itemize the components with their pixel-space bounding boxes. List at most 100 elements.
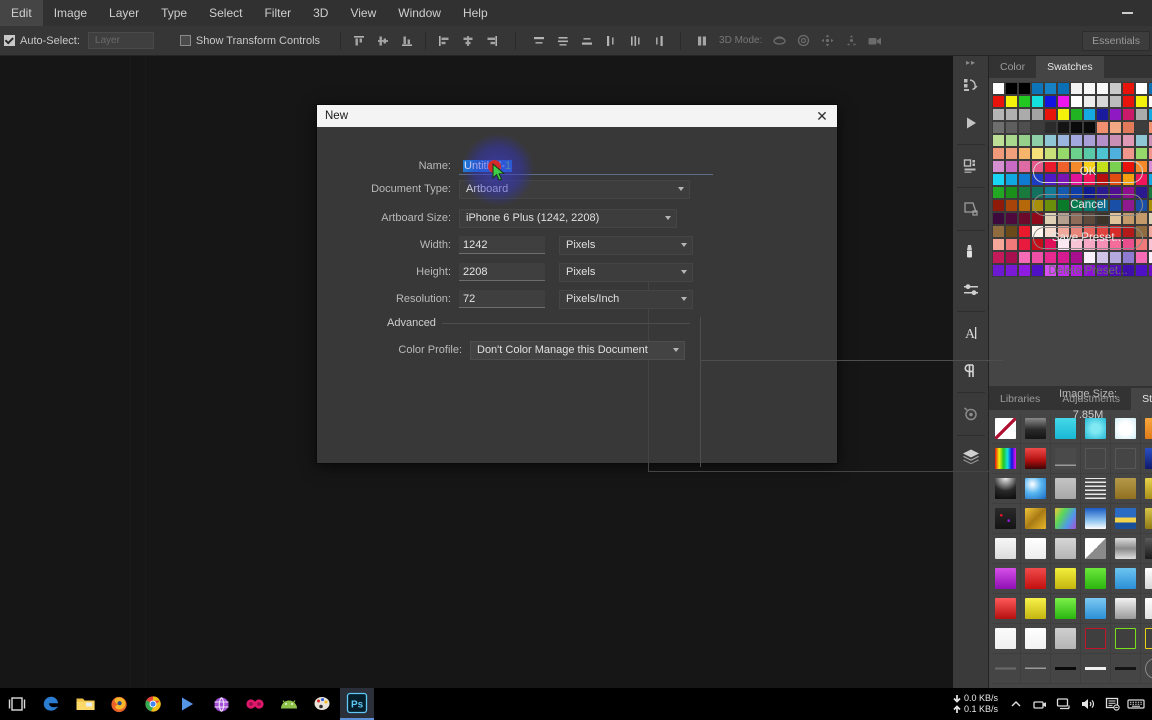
color-swatch[interactable]: [1148, 186, 1152, 199]
color-swatch[interactable]: [1018, 212, 1031, 225]
color-swatch[interactable]: [1122, 121, 1135, 134]
distribute-vertical-centers-icon[interactable]: [552, 30, 574, 52]
color-swatch[interactable]: [1031, 82, 1044, 95]
style-preset[interactable]: [1051, 444, 1081, 474]
color-swatch[interactable]: [1148, 121, 1152, 134]
color-swatch[interactable]: [1031, 134, 1044, 147]
resolution-unit-dropdown[interactable]: Pixels/Inch: [559, 289, 693, 309]
color-swatch[interactable]: [992, 251, 1005, 264]
brush-presets-icon[interactable]: [953, 233, 989, 271]
color-swatch[interactable]: [1135, 121, 1148, 134]
color-swatch[interactable]: [1109, 134, 1122, 147]
color-swatch[interactable]: [1018, 186, 1031, 199]
style-preset[interactable]: [1021, 474, 1051, 504]
style-preset[interactable]: [1051, 654, 1081, 684]
style-preset[interactable]: [1141, 504, 1152, 534]
color-swatch[interactable]: [1057, 147, 1070, 160]
color-swatch[interactable]: [1096, 134, 1109, 147]
menu-item-window[interactable]: Window: [387, 0, 452, 26]
color-swatch[interactable]: [1044, 108, 1057, 121]
keyboard-icon[interactable]: [1124, 688, 1148, 720]
color-swatch[interactable]: [1018, 82, 1031, 95]
color-swatch[interactable]: [1122, 108, 1135, 121]
color-swatch[interactable]: [1148, 134, 1152, 147]
chrome-icon[interactable]: [136, 688, 170, 720]
color-swatch[interactable]: [1070, 147, 1083, 160]
style-preset[interactable]: [1141, 474, 1152, 504]
style-preset[interactable]: [1141, 534, 1152, 564]
style-preset[interactable]: [1051, 594, 1081, 624]
color-swatch[interactable]: [1044, 82, 1057, 95]
color-swatch[interactable]: [1005, 251, 1018, 264]
width-input[interactable]: 1242: [459, 236, 545, 254]
style-preset[interactable]: [1051, 504, 1081, 534]
photoshop-icon[interactable]: Ps: [340, 688, 374, 720]
distribute-left-edges-icon[interactable]: [600, 30, 622, 52]
style-preset[interactable]: [991, 564, 1021, 594]
action-center-icon[interactable]: [1100, 688, 1124, 720]
3d-pan-icon[interactable]: [816, 30, 838, 52]
style-preset[interactable]: [1081, 624, 1111, 654]
color-swatch[interactable]: [1148, 238, 1152, 251]
color-swatch[interactable]: [1070, 121, 1083, 134]
color-swatch[interactable]: [1005, 238, 1018, 251]
color-swatch[interactable]: [1018, 121, 1031, 134]
color-swatch[interactable]: [992, 160, 1005, 173]
color-swatch[interactable]: [1018, 238, 1031, 251]
edge-icon[interactable]: [34, 688, 68, 720]
color-swatch[interactable]: [992, 238, 1005, 251]
distribute-bottom-edges-icon[interactable]: [576, 30, 598, 52]
style-preset[interactable]: [991, 504, 1021, 534]
color-swatch[interactable]: [1122, 82, 1135, 95]
color-swatch[interactable]: [1083, 121, 1096, 134]
color-swatch[interactable]: [1031, 121, 1044, 134]
distribute-top-edges-icon[interactable]: [528, 30, 550, 52]
color-swatch[interactable]: [1135, 147, 1148, 160]
menu-item-3d[interactable]: 3D: [302, 0, 339, 26]
distribute-right-edges-icon[interactable]: [648, 30, 670, 52]
history-icon[interactable]: [953, 66, 989, 104]
3d-roll-icon[interactable]: [792, 30, 814, 52]
color-swatch[interactable]: [1148, 173, 1152, 186]
color-swatch[interactable]: [992, 212, 1005, 225]
color-swatch[interactable]: [1057, 134, 1070, 147]
style-preset[interactable]: [1111, 624, 1141, 654]
color-swatch[interactable]: [1018, 251, 1031, 264]
color-swatch[interactable]: [1148, 82, 1152, 95]
color-swatch[interactable]: [1083, 134, 1096, 147]
style-preset[interactable]: [1021, 654, 1051, 684]
align-horizontal-centers-icon[interactable]: [457, 30, 479, 52]
style-preset[interactable]: [1111, 444, 1141, 474]
color-swatch[interactable]: [1070, 82, 1083, 95]
color-swatch[interactable]: [1135, 82, 1148, 95]
style-preset[interactable]: [1081, 504, 1111, 534]
color-swatch[interactable]: [1148, 199, 1152, 212]
height-input[interactable]: 2208: [459, 263, 545, 281]
menu-item-select[interactable]: Select: [198, 0, 253, 26]
color-swatch[interactable]: [1031, 108, 1044, 121]
color-swatch[interactable]: [992, 199, 1005, 212]
color-swatch[interactable]: [1148, 225, 1152, 238]
auto-select-toggle[interactable]: Auto-Select:: [4, 35, 80, 47]
style-preset[interactable]: [991, 654, 1021, 684]
color-swatch[interactable]: [1109, 147, 1122, 160]
color-swatch[interactable]: [1122, 134, 1135, 147]
style-preset[interactable]: [1051, 564, 1081, 594]
style-preset[interactable]: [1021, 594, 1051, 624]
color-swatch[interactable]: [1044, 147, 1057, 160]
3d-orbit-icon[interactable]: [768, 30, 790, 52]
menu-item-edit[interactable]: Edit: [0, 0, 43, 26]
actions-play-icon[interactable]: [953, 104, 989, 142]
network-icon[interactable]: [1052, 688, 1076, 720]
color-swatch[interactable]: [1005, 186, 1018, 199]
menu-item-layer[interactable]: Layer: [98, 0, 150, 26]
style-preset[interactable]: [1081, 594, 1111, 624]
advanced-section-header[interactable]: Advanced: [387, 317, 690, 329]
color-swatch[interactable]: [992, 82, 1005, 95]
style-preset[interactable]: [1111, 654, 1141, 684]
color-swatch[interactable]: [1057, 121, 1070, 134]
style-preset[interactable]: [1081, 564, 1111, 594]
color-swatch[interactable]: [1070, 95, 1083, 108]
color-swatch[interactable]: [1005, 121, 1018, 134]
color-swatch[interactable]: [1135, 108, 1148, 121]
